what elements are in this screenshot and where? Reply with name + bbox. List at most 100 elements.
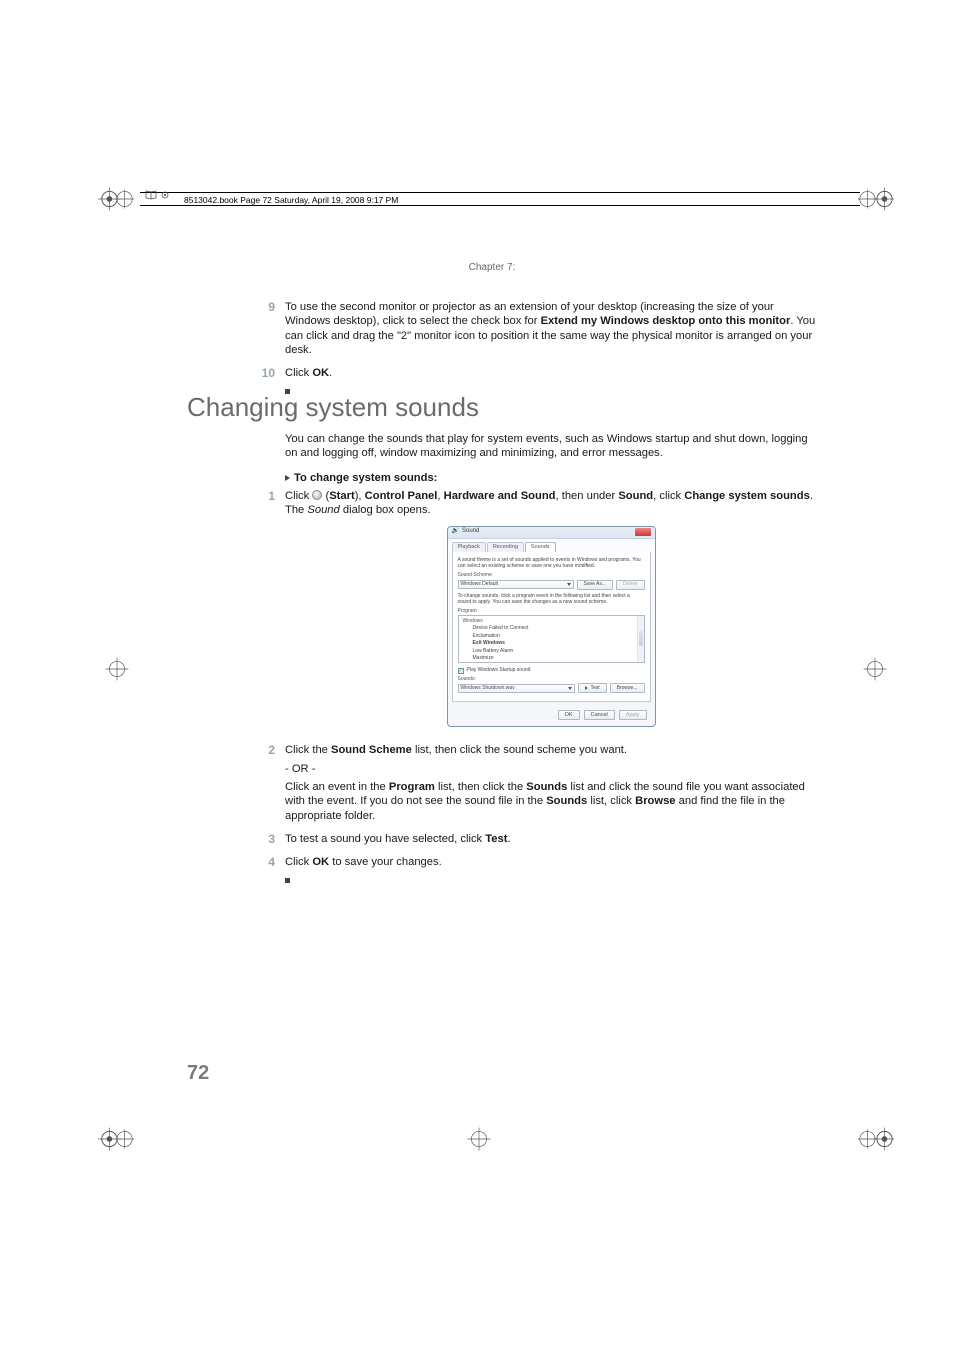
sounds-value: Windows Shutdown.wav bbox=[461, 685, 515, 691]
title-text: Sound bbox=[462, 528, 479, 536]
italic-text: Sound bbox=[307, 504, 339, 516]
intro-text: You can change the sounds that play for … bbox=[285, 432, 817, 461]
header-book-icon bbox=[145, 190, 170, 200]
list-item[interactable]: Maximize bbox=[459, 654, 644, 661]
test-label: Test bbox=[590, 685, 599, 691]
bold-text: Start bbox=[329, 490, 355, 502]
chevron-down-icon bbox=[568, 687, 572, 690]
cancel-button[interactable]: Cancel bbox=[584, 710, 615, 720]
bold-text: Change system sounds bbox=[684, 490, 810, 502]
bold-text: Extend my Windows desktop onto this moni… bbox=[541, 315, 791, 327]
windows-start-icon bbox=[312, 490, 322, 500]
text: to save your changes. bbox=[329, 856, 442, 868]
play-icon bbox=[585, 686, 588, 690]
text: list, click bbox=[587, 795, 635, 807]
bold-text: OK bbox=[312, 856, 329, 868]
text: Click bbox=[285, 856, 312, 868]
bold-text: Sound Scheme bbox=[331, 744, 412, 756]
crop-mark-left-center bbox=[98, 650, 136, 688]
header-metadata: 8513042.book Page 72 Saturday, April 19,… bbox=[184, 195, 398, 205]
triangle-icon bbox=[285, 475, 290, 481]
text: list, then click the bbox=[435, 781, 526, 793]
step-3: 3 To test a sound you have selected, cli… bbox=[285, 832, 817, 849]
bold-text: Control Panel bbox=[365, 490, 438, 502]
list-item[interactable]: Low Battery Alarm bbox=[459, 647, 644, 654]
tab-playback[interactable]: Playback bbox=[452, 542, 486, 552]
list-item[interactable]: Device Failed to Connect bbox=[459, 625, 644, 632]
crop-mark-top-right bbox=[856, 180, 894, 218]
bold-text: OK bbox=[312, 367, 329, 379]
section-heading: Changing system sounds bbox=[187, 392, 479, 423]
tab-recording[interactable]: Recording bbox=[487, 542, 524, 552]
list-item[interactable]: Exit Windows bbox=[459, 640, 644, 647]
chapter-label: Chapter 7: bbox=[15, 262, 954, 273]
step-body: Click OK to save your changes. bbox=[285, 855, 817, 887]
sound-dialog-figure: 🔊 Sound Playback Recording Sounds A soun… bbox=[447, 526, 656, 728]
scheme-label: Sound Scheme: bbox=[458, 572, 645, 578]
text: ), bbox=[355, 490, 365, 502]
text: dialog box opens. bbox=[340, 504, 431, 516]
step-body: To use the second monitor or projector a… bbox=[285, 300, 817, 360]
or-separator: - OR - bbox=[285, 762, 817, 776]
chevron-down-icon bbox=[567, 583, 571, 586]
bold-text: Test bbox=[485, 833, 507, 845]
bold-text: Sounds bbox=[546, 795, 587, 807]
step-body: Click the Sound Scheme list, then click … bbox=[285, 743, 817, 826]
text: Click the bbox=[285, 744, 331, 756]
close-icon[interactable] bbox=[635, 528, 651, 536]
text: . bbox=[329, 367, 332, 379]
scheme-select[interactable]: Windows Default bbox=[458, 580, 574, 589]
tab-sounds[interactable]: Sounds bbox=[525, 542, 556, 552]
apply-button[interactable]: Apply bbox=[619, 710, 647, 720]
sounds-label: Sounds: bbox=[458, 676, 645, 682]
bold-text: Sound bbox=[618, 490, 653, 502]
checkbox-icon bbox=[458, 668, 464, 674]
scrollbar[interactable] bbox=[637, 616, 644, 662]
crop-mark-bottom-center bbox=[460, 1120, 498, 1158]
step-body: Click (Start), Control Panel, Hardware a… bbox=[285, 489, 817, 737]
crop-mark-top-left bbox=[98, 180, 136, 218]
save-as-button[interactable]: Save As... bbox=[577, 580, 614, 590]
step-4: 4 Click OK to save your changes. bbox=[285, 855, 817, 887]
dialog-body: A sound theme is a set of sounds applied… bbox=[452, 552, 651, 703]
scheme-value: Windows Default bbox=[461, 581, 499, 587]
list-item[interactable]: Menu command bbox=[459, 662, 644, 664]
step-number: 2 bbox=[259, 743, 285, 826]
program-events-list[interactable]: Windows Device Failed to Connect Exclama… bbox=[458, 615, 645, 663]
dialog-tabs: Playback Recording Sounds bbox=[448, 539, 655, 552]
scheme-description: A sound theme is a set of sounds applied… bbox=[458, 557, 645, 570]
play-startup-checkbox[interactable]: Play Windows Startup sound bbox=[458, 667, 645, 673]
subtask-label: To change system sounds: bbox=[294, 472, 437, 484]
crop-mark-bottom-right bbox=[856, 1120, 894, 1158]
dialog-titlebar: 🔊 Sound bbox=[448, 527, 655, 539]
text: list, then click the sound scheme you wa… bbox=[412, 744, 627, 756]
delete-button[interactable]: Delete bbox=[616, 580, 644, 590]
dialog-title: 🔊 Sound bbox=[452, 528, 480, 536]
bold-text: Browse bbox=[635, 795, 675, 807]
step-body: To test a sound you have selected, click… bbox=[285, 832, 817, 849]
bold-text: Sounds bbox=[526, 781, 567, 793]
list-item[interactable]: Windows bbox=[459, 617, 644, 624]
ok-button[interactable]: OK bbox=[558, 710, 580, 720]
subtask-heading: To change system sounds: bbox=[285, 471, 817, 485]
step-9: 9 To use the second monitor or projector… bbox=[285, 300, 817, 360]
program-description: To change sounds, click a program event … bbox=[458, 593, 645, 606]
text: , click bbox=[653, 490, 684, 502]
text: Click bbox=[285, 490, 312, 502]
step-number: 1 bbox=[259, 489, 285, 737]
step-number: 4 bbox=[259, 855, 285, 887]
step-1: 1 Click (Start), Control Panel, Hardware… bbox=[285, 489, 817, 737]
steps-top-block: 9 To use the second monitor or projector… bbox=[285, 300, 817, 404]
section-body: You can change the sounds that play for … bbox=[285, 432, 817, 893]
list-item[interactable]: Exclamation bbox=[459, 632, 644, 639]
scrollbar-thumb[interactable] bbox=[639, 630, 643, 646]
test-button[interactable]: Test bbox=[578, 683, 606, 693]
sounds-select[interactable]: Windows Shutdown.wav bbox=[458, 684, 576, 693]
text: Click bbox=[285, 367, 312, 379]
browse-button[interactable]: Browse... bbox=[610, 683, 645, 693]
bold-text: Hardware and Sound bbox=[444, 490, 556, 502]
page-number: 72 bbox=[187, 1062, 209, 1085]
program-label: Program bbox=[458, 608, 645, 614]
header-gear-icon bbox=[160, 190, 170, 200]
speaker-icon: 🔊 bbox=[452, 528, 459, 536]
